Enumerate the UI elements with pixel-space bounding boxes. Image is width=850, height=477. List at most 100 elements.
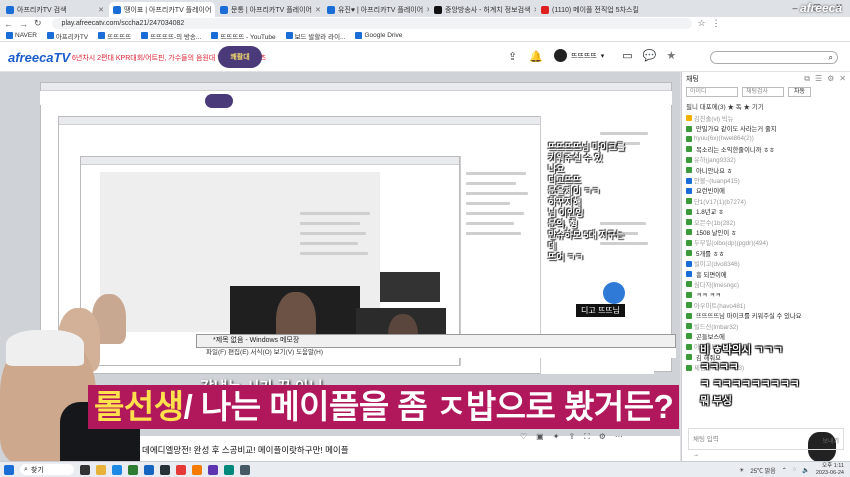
url-input[interactable]: play.afreecatv.com/sccha21/247034082 [51, 18, 692, 29]
taskbar-search-label: 찾기 [30, 466, 44, 474]
fullscreen-icon[interactable]: ⛶ [584, 432, 590, 442]
chat-message: 뜨뜨뜨뜨님 마이크를 키워주실 수 있나요 [682, 310, 850, 320]
chat-user[interactable]: 김진솔(vl) 빅뉴 [694, 114, 733, 123]
chat-message: 곤들보스에 [682, 331, 850, 341]
star-balloon-icon[interactable]: ✦ [553, 432, 560, 442]
search-input[interactable]: ⌕ [710, 51, 838, 64]
app-icon[interactable] [239, 464, 250, 475]
volume-icon[interactable]: 🔈 [802, 467, 809, 474]
send-button[interactable]: 보내기 [822, 436, 839, 445]
browser-tab[interactable]: 아프리카TV 검색 ✕ [2, 2, 108, 17]
file-explorer-icon[interactable] [95, 464, 106, 475]
steam-icon[interactable] [159, 464, 170, 475]
avatar [554, 49, 567, 62]
tab-label: 중앙방송사 - 허계치 정보검색 [445, 6, 531, 14]
browser-tab[interactable]: (1110) 메이플 전직업 5차스킬✕ [537, 2, 643, 17]
filter-button[interactable]: 차동 [788, 87, 812, 97]
chat-line [600, 132, 648, 135]
chat-user[interactable]: 두부일(olbo(dp)(pgdr)(494) [694, 238, 768, 247]
app-icon[interactable] [191, 464, 202, 475]
filter-select[interactable]: 채팅검사 [742, 87, 784, 97]
afreeca-logo[interactable]: afreecaTV [8, 50, 70, 65]
bell-icon[interactable]: 🔔 [529, 50, 543, 63]
chat-user[interactable]: 오믄수(1b(282) [694, 218, 735, 227]
close-tab-icon[interactable]: ✕ [315, 6, 321, 14]
app-icon[interactable] [207, 464, 218, 475]
menu-icon[interactable]: ⋮ [712, 18, 721, 29]
windows-start-icon[interactable] [4, 464, 14, 475]
user-badge-icon [686, 219, 692, 226]
like-icon[interactable]: ♡ [520, 432, 527, 442]
favorite-icon[interactable]: ★ [666, 49, 676, 62]
filter-input[interactable]: 아이디 [686, 87, 738, 97]
chevron-up-icon[interactable]: ⌃ [782, 467, 787, 474]
chat-input[interactable]: 채팅 입력 보내기 → [688, 428, 844, 458]
chat-user[interactable]: 빌이고(dvo8346) [694, 259, 740, 268]
network-icon[interactable]: ◌ [793, 467, 797, 473]
chat-user[interactable]: 빌드산(lmbar32) [694, 322, 738, 331]
chat-user[interactable]: 아우미트(havo481) [694, 301, 746, 310]
close-tab-icon[interactable]: ✕ [642, 6, 643, 14]
store-icon[interactable] [143, 464, 154, 475]
app-icon[interactable] [223, 464, 234, 475]
gift-icon[interactable]: ▣ [536, 432, 544, 442]
settings-icon[interactable]: ⚙ [827, 74, 834, 84]
taskbar-search[interactable]: ⌕ 찾기 [20, 464, 74, 475]
bookmark-item[interactable]: 뜨뜨뜨뜨 - YouTube [211, 31, 276, 41]
stream-tag: 디고 뜨뜨님 [576, 304, 626, 317]
close-icon[interactable]: ✕ [839, 74, 846, 84]
bookmark-item[interactable]: Google Drive [355, 32, 402, 39]
task-view-icon[interactable] [79, 464, 90, 475]
clock[interactable]: 오후 1:11 2023-06-24 [816, 463, 844, 477]
reload-icon[interactable]: ↻ [34, 18, 42, 29]
nested-tabstrip [41, 83, 671, 91]
back-icon[interactable]: ← [4, 19, 13, 29]
close-tab-icon[interactable]: ✕ [98, 6, 104, 14]
close-tab-icon[interactable]: ✕ [214, 6, 215, 14]
chat-user[interactable]: 단1(V17(1)(b7274) [694, 197, 746, 206]
stream-video[interactable]: 뜨뜨뜨뜨님 마이크를 키워주실 수 있 나요 디고뜨뜨 문을제이 ㅋㅋ 하꾸지해 님 이인… [0, 72, 680, 464]
arrow-icon[interactable]: → [693, 452, 699, 458]
user-badge-icon [686, 156, 692, 163]
chat-icon[interactable]: 💬 [643, 49, 657, 62]
forward-icon[interactable]: → [19, 19, 28, 29]
chat-user[interactable]: hyuu(6x)(hwel864(2)) [694, 135, 754, 142]
bookmark-icon [46, 32, 54, 39]
bookmark-item[interactable]: 아프리카TV [46, 31, 88, 41]
star-icon[interactable]: ☆ [698, 18, 706, 29]
browser-tab[interactable]: 유진♥ | 아프리카TV 플레이어✕ [323, 2, 429, 17]
popout-icon[interactable]: ⧉ [804, 74, 810, 84]
edge-icon[interactable] [111, 464, 122, 475]
chat-text: 1508 날인이 ㅎ [696, 229, 737, 237]
browser-tab[interactable]: 중앙방송사 - 허계치 정보검색✕ [430, 2, 536, 17]
weather-text[interactable]: 25℃ 맑음 [750, 466, 775, 475]
chat-user[interactable]: 안볼~(tuanp415) [694, 176, 740, 185]
close-tab-icon[interactable]: ✕ [426, 6, 429, 14]
chat-message: 만밀가요 같이도 사라는거 줄지 [682, 123, 850, 133]
overlay-chat-line: 뜨뜨뜨뜨님 마이크를 키워주실 수 있 [548, 142, 626, 163]
video-icon[interactable]: ▭ [622, 49, 632, 62]
close-tab-icon[interactable]: ✕ [533, 6, 536, 14]
browser-tab[interactable]: 땡이표 | 아프리카TV 플레이어✕ [109, 2, 215, 17]
bookmark-item[interactable]: NAVER [6, 32, 37, 39]
chat-overlay-line: 뭐 부싱 [700, 395, 732, 407]
app-icon[interactable] [175, 464, 186, 475]
share-icon[interactable]: ⇪ [568, 432, 575, 442]
overlay-chat-line: 문을제이 ㅋㅋ [548, 186, 601, 196]
bookmark-item[interactable]: 뜨뜨뜨뜨 [98, 31, 131, 41]
chat-title: 채팅 [686, 75, 699, 83]
more-icon[interactable]: ⋯ [615, 432, 623, 442]
bookmark-item[interactable]: 뜨뜨뜨뜨-의 방송... [141, 31, 201, 41]
settings-icon[interactable]: ⚙ [599, 432, 606, 442]
chrome-icon[interactable] [127, 464, 138, 475]
user-list-icon[interactable]: ☰ [815, 74, 822, 84]
chat-user[interactable]: 심다자(lmesngc) [694, 280, 739, 289]
browser-tab[interactable]: 문통 | 아프리카TV 플레이어 ✕ [216, 2, 322, 17]
event-badge[interactable]: 쾌활대 [218, 46, 262, 68]
user-menu[interactable]: 뜨뜨뜨뜨 ▾ ▭ 💬 ★ [554, 49, 676, 62]
upload-icon[interactable]: ⇪ [508, 50, 517, 63]
user-badge-icon [686, 198, 692, 205]
overlay-chat-line: 하꾸지해 [548, 197, 582, 207]
bookmark-item[interactable]: 보드 발할라 라이... [285, 31, 345, 41]
chat-user[interactable]: 유하(jang9332) [694, 155, 736, 164]
